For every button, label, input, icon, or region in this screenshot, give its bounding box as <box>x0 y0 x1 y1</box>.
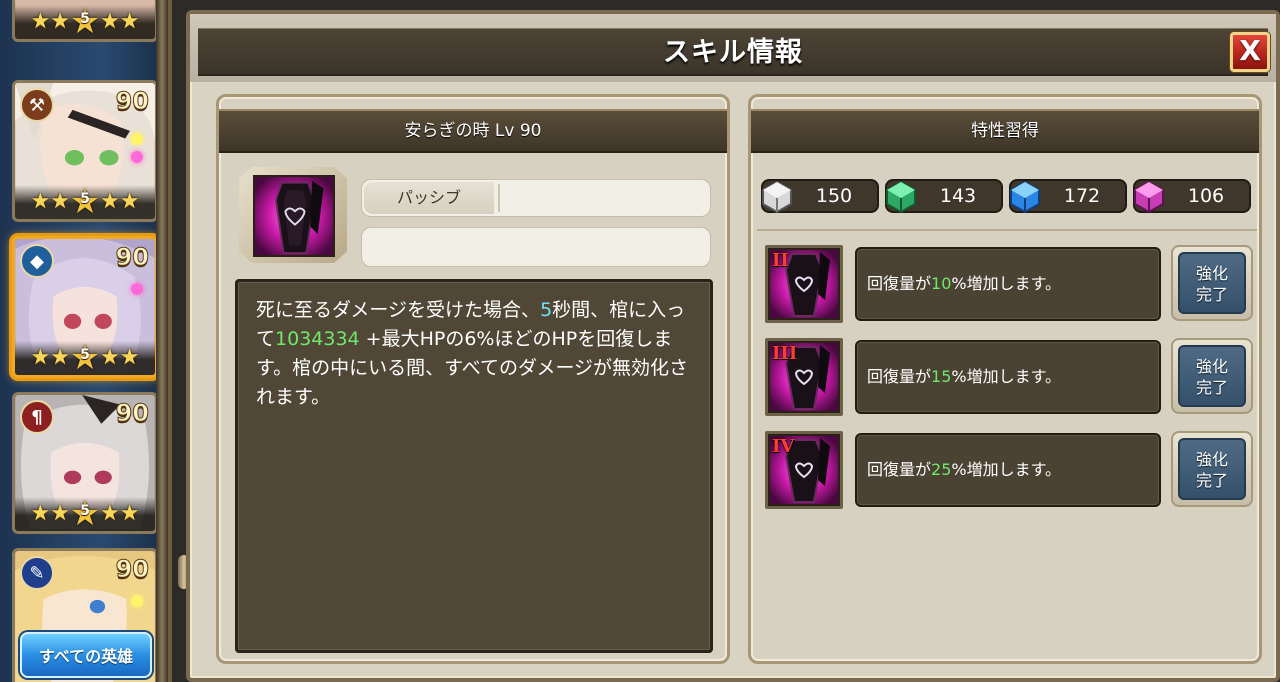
enhance-status: 強化 完了 <box>1178 438 1246 500</box>
stars-right: ★★ <box>100 9 140 34</box>
material-item: 143 <box>885 179 1003 214</box>
trait-row: IV 回復量が25%増加します。 強化 完了 <box>761 431 1255 511</box>
skill-subinfo-field <box>361 227 711 267</box>
stars-left: ★★ <box>30 345 70 370</box>
trait-row: III 回復量が15%増加します。 強化 完了 <box>761 338 1255 418</box>
trait-icon-frame: IV <box>765 431 843 509</box>
material-counts: 150 143 172 106 <box>761 179 1255 215</box>
trait-icon-frame: II <box>765 245 843 323</box>
enhance-status: 強化 完了 <box>1178 252 1246 314</box>
trait-tier-numeral: III <box>772 343 798 364</box>
trait-row: II 回復量が10%増加します。 強化 完了 <box>761 245 1255 325</box>
material-count: 150 <box>815 185 853 207</box>
coffin-skill-icon <box>253 175 335 257</box>
shield-icon: ◆ <box>20 244 54 278</box>
heal-amount-value: 1034334 <box>275 328 360 350</box>
hero-card[interactable]: ★★ ★ 5 ★★ <box>12 0 158 42</box>
star-count-badge: ★ 5 <box>69 182 101 222</box>
notification-dot <box>131 133 143 145</box>
hero-star-rating: ★★ ★ 5 ★★ <box>15 497 155 531</box>
silver-cube-icon <box>762 180 792 214</box>
trait-description-box: 回復量が10%増加します。 <box>855 247 1161 321</box>
enhance-complete-badge: 強化 完了 <box>1171 338 1253 414</box>
hero-level: 90 <box>115 243 149 272</box>
enhance-status: 強化 完了 <box>1178 345 1246 407</box>
axe-icon: ⚒ <box>20 88 54 122</box>
star-count-badge: ★ 5 <box>69 338 101 378</box>
pink-cube-icon <box>1134 180 1164 214</box>
notification-dot <box>131 151 143 163</box>
notification-dot <box>131 283 143 295</box>
dialog-title-bar: スキル情報 <box>198 28 1268 76</box>
skill-detail-panel: 安らぎの時 Lv 90 パッシブ 死に至るダメージを受けた場合、5秒間、棺に入っ… <box>216 94 730 664</box>
skill-type-field: パッシブ <box>361 179 711 217</box>
enhance-complete-badge: 強化 完了 <box>1171 431 1253 507</box>
hero-list-sidebar: ★★ ★ 5 ★★ ⚒ 90 ★★ ★ 5 ★★ ◆ 90 ★★ ★ 5 ★★ … <box>0 0 172 682</box>
stars-right: ★★ <box>100 501 140 526</box>
dialog-title: スキル情報 <box>663 37 803 68</box>
hero-level: 90 <box>115 87 149 116</box>
skill-description-box: 死に至るダメージを受けた場合、5秒間、棺に入って1034334 +最大HPの6%… <box>235 279 713 653</box>
trait-description: 回復量が15%増加します。 <box>867 367 1061 386</box>
divider <box>757 229 1257 231</box>
enhance-complete-badge: 強化 完了 <box>1171 245 1253 321</box>
material-item: 106 <box>1133 179 1251 214</box>
gun-icon: ✎ <box>20 556 54 590</box>
material-count: 143 <box>939 185 977 207</box>
stars-right: ★★ <box>100 345 140 370</box>
trait-description-box: 回復量が25%増加します。 <box>855 433 1161 507</box>
stars-left: ★★ <box>30 501 70 526</box>
stars-left: ★★ <box>30 9 70 34</box>
staff-icon: ¶ <box>20 400 54 434</box>
close-button[interactable]: X <box>1230 32 1270 72</box>
green-cube-icon <box>886 180 916 214</box>
trait-description: 回復量が10%増加します。 <box>867 274 1061 293</box>
hero-level: 90 <box>115 399 149 428</box>
material-count: 106 <box>1187 185 1225 207</box>
trait-icon-frame: III <box>765 338 843 416</box>
skill-type-label: パッシブ <box>364 182 494 214</box>
star-count-badge: ★ 5 <box>69 2 101 42</box>
hero-level: 90 <box>115 555 149 584</box>
stars-left: ★★ <box>30 189 70 214</box>
trait-panel: 特性習得 150 143 172 106 II 回復量が10%増加します。 強化… <box>748 94 1262 664</box>
star-count-badge: ★ 5 <box>69 494 101 534</box>
skill-name-header: 安らぎの時 Lv 90 <box>219 109 727 153</box>
notification-dot <box>131 595 143 607</box>
all-heroes-button[interactable]: すべての英雄 <box>20 632 152 678</box>
hero-card[interactable]: ¶ 90 ★★ ★ 5 ★★ <box>12 392 158 534</box>
material-item: 172 <box>1009 179 1127 214</box>
material-item: 150 <box>761 179 879 214</box>
skill-description: 死に至るダメージを受けた場合、5秒間、棺に入って1034334 +最大HPの6%… <box>256 299 689 408</box>
hero-star-rating: ★★ ★ 5 ★★ <box>15 5 155 39</box>
trait-tier-numeral: IV <box>772 436 795 457</box>
trait-value: 10 <box>931 274 952 293</box>
divider <box>498 184 500 212</box>
hero-star-rating: ★★ ★ 5 ★★ <box>15 341 155 375</box>
material-count: 172 <box>1063 185 1101 207</box>
trait-description: 回復量が25%増加します。 <box>867 460 1061 479</box>
hero-card-selected[interactable]: ◆ 90 ★★ ★ 5 ★★ <box>12 236 158 378</box>
hero-star-rating: ★★ ★ 5 ★★ <box>15 185 155 219</box>
blue-cube-icon <box>1010 180 1040 214</box>
trait-value: 25 <box>931 460 952 479</box>
stars-right: ★★ <box>100 189 140 214</box>
trait-tier-numeral: II <box>772 250 789 271</box>
dialog-header: スキル情報 X <box>190 14 1276 82</box>
hero-card[interactable]: ⚒ 90 ★★ ★ 5 ★★ <box>12 80 158 222</box>
duration-value: 5 <box>540 299 553 321</box>
trait-value: 15 <box>931 367 952 386</box>
skill-info-dialog: スキル情報 X 安らぎの時 Lv 90 パッシブ 死に至るダメージを受けた場合、… <box>186 10 1280 682</box>
trait-header: 特性習得 <box>751 109 1259 153</box>
trait-description-box: 回復量が15%増加します。 <box>855 340 1161 414</box>
